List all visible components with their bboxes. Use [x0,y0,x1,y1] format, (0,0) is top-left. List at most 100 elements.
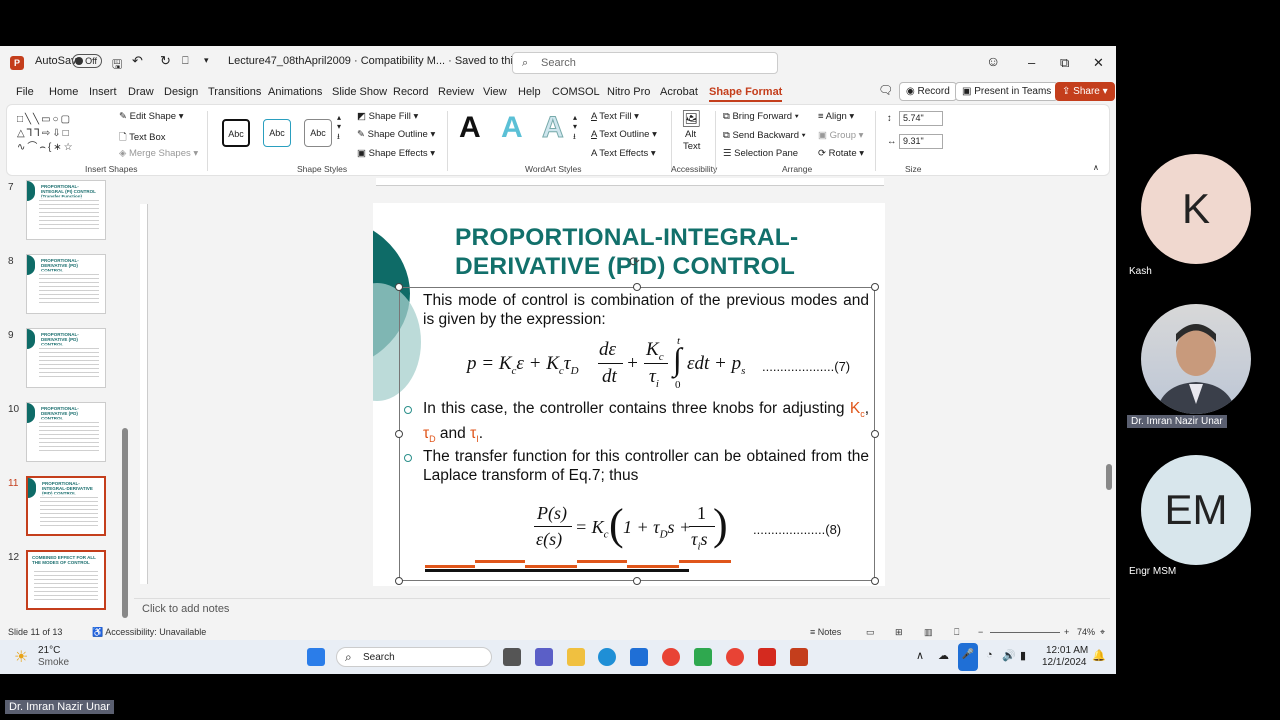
undo-icon[interactable]: ↶ [132,53,143,69]
shape-fill-button[interactable]: ◩ Shape Fill ▾ [357,111,418,122]
selection-frame[interactable] [399,287,875,581]
wordart-style-1[interactable]: A [459,111,481,145]
microphone-icon[interactable]: 🎤 [958,643,978,671]
weather-icon[interactable]: ☀ [14,647,28,667]
canvas-scrollbar[interactable] [1106,464,1112,490]
zoom-level[interactable]: 74% [1077,627,1095,637]
wordart-style-2[interactable]: A [501,111,523,145]
start-icon[interactable] [307,648,325,666]
file-explorer-icon[interactable] [567,648,585,666]
fit-slide-icon[interactable]: ⌖ [1100,627,1105,638]
reading-view-icon[interactable]: ▥ [924,627,933,638]
resize-handle[interactable] [395,283,403,291]
notes-pane[interactable]: Click to add notes [134,598,1110,620]
align-button[interactable]: ≡ Align ▾ [818,111,854,122]
tab-record[interactable]: Record [393,86,428,98]
resize-handle[interactable] [871,283,879,291]
clock-time[interactable]: 12:01 AM [1046,645,1088,656]
tab-nitro-pro[interactable]: Nitro Pro [607,86,650,98]
alt-text-icon[interactable]: 🖼 [681,109,701,129]
merge-shapes-button[interactable]: ◈ Merge Shapes ▾ [119,148,198,159]
resize-handle[interactable] [395,577,403,585]
shape-width-input[interactable]: 9.31" [899,134,943,149]
minimize-icon[interactable]: – [1028,55,1035,70]
accessibility-status[interactable]: ♿ Accessibility: Unavailable [92,627,206,638]
notifications-icon[interactable]: 🔔 [1092,649,1106,662]
collapse-ribbon-icon[interactable]: ∧ [1093,163,1099,172]
text-fill-button[interactable]: A Text Fill ▾ [591,111,639,122]
taskbar-search[interactable]: ⌕ Search [336,647,492,667]
tab-view[interactable]: View [483,86,507,98]
send-backward-button[interactable]: ⧉ Send Backward ▾ [723,130,806,141]
file-title[interactable]: Lecture47_08thApril2009 · Compatibility … [228,55,537,67]
shape-outline-button[interactable]: ✎ Shape Outline ▾ [357,129,435,140]
save-icon[interactable]: 🖫 [112,55,122,76]
volume-icon[interactable]: 🔊 [1002,649,1016,662]
tab-home[interactable]: Home [49,86,78,98]
redo-icon[interactable]: ↻ [160,53,171,69]
group-button[interactable]: ▣ Group ▾ [818,130,863,141]
wifi-icon[interactable]: ◔ [986,649,993,661]
shape-style-2[interactable]: Abc [263,119,291,147]
resize-handle[interactable] [633,283,641,291]
slide-thumbnail[interactable]: PROPORTIONAL-INTEGRAL (PI) CONTROL (Tran… [26,180,106,240]
shape-style-1[interactable]: Abc [222,119,250,147]
record-button[interactable]: ◉ Record [899,82,957,101]
thumbnails-scrollbar[interactable] [122,428,128,618]
tab-file[interactable]: File [16,86,34,98]
normal-view-icon[interactable]: ▭ [866,627,875,638]
wordart-style-3[interactable]: A [542,111,565,145]
slide-sorter-icon[interactable]: ⊞ [895,627,903,638]
participant-avatar[interactable]: K [1141,154,1251,264]
tab-shape-format[interactable]: Shape Format [709,86,783,102]
alt-text-line1[interactable]: Alt [685,129,696,140]
tab-slide-show[interactable]: Slide Show [332,86,387,98]
close-icon[interactable]: ✕ [1093,55,1104,71]
zoom-slider[interactable] [990,632,1060,633]
clock-date[interactable]: 12/1/2024 [1042,657,1087,668]
tab-review[interactable]: Review [438,86,474,98]
tab-animations[interactable]: Animations [268,86,322,98]
maximize-icon[interactable]: ⧉ [1060,55,1069,71]
share-button[interactable]: ⇪ Share ▾ [1055,82,1115,101]
slide-thumbnail[interactable]: COMBINED EFFECT FOR ALL THE MODES OF CON… [26,550,106,610]
participant-video[interactable] [1141,304,1251,414]
alt-text-line2[interactable]: Text [683,141,700,152]
rotate-handle-icon[interactable]: ⟳ [629,254,640,270]
present-icon[interactable]: ⎕ [182,55,189,68]
bring-forward-button[interactable]: ⧉ Bring Forward ▾ [723,111,799,122]
shape-height-input[interactable]: 5.74" [899,111,943,126]
styles-scroll[interactable]: ▴ ▾ ⭳ [337,113,341,145]
tab-transitions[interactable]: Transitions [208,86,261,98]
resize-handle[interactable] [395,430,403,438]
tab-draw[interactable]: Draw [128,86,154,98]
present-in-teams-button[interactable]: ▣ Present in Teams [955,82,1059,101]
wordart-scroll[interactable]: ▴ ▾ ⭳ [573,113,577,145]
task-view-icon[interactable] [503,648,521,666]
notes-button[interactable]: ≡ Notes [810,627,841,637]
autosave-toggle[interactable]: Off [72,54,102,68]
weather-temp[interactable]: 21°C [38,645,60,656]
slide-thumbnail[interactable]: PROPORTIONAL-DERIVATIVE (PD) CONTROL [26,254,106,314]
battery-icon[interactable]: ▮ [1020,649,1026,662]
rotate-button[interactable]: ⟳ Rotate ▾ [818,148,864,159]
chrome-icon[interactable] [662,648,680,666]
slide-title[interactable]: PROPORTIONAL-INTEGRAL- DERIVATIVE (PID) … [455,223,855,281]
search-box[interactable]: ⌕ Search [512,52,778,74]
slide-thumbnail-selected[interactable]: PROPORTIONAL-INTEGRAL-DERIVATIVE (PID) C… [26,476,106,536]
customize-qat-icon[interactable]: ▾ [204,55,209,66]
powerpoint-taskbar-icon[interactable] [790,648,808,666]
resize-handle[interactable] [871,577,879,585]
account-avatar[interactable]: ☺ [986,53,1000,69]
resize-handle[interactable] [871,430,879,438]
store-icon[interactable] [630,648,648,666]
text-box-button[interactable]: 🗋 Text Box [119,130,166,146]
text-outline-button[interactable]: A Text Outline ▾ [591,129,657,140]
tray-chevron-icon[interactable]: ∧ [916,649,924,662]
shape-effects-button[interactable]: ▣ Shape Effects ▾ [357,148,435,159]
resize-handle[interactable] [633,577,641,585]
onedrive-icon[interactable]: ☁ [938,649,949,662]
weather-desc[interactable]: Smoke [38,657,69,668]
selection-pane-button[interactable]: ☰ Selection Pane [723,148,798,159]
participant-avatar[interactable]: EM [1141,455,1251,565]
